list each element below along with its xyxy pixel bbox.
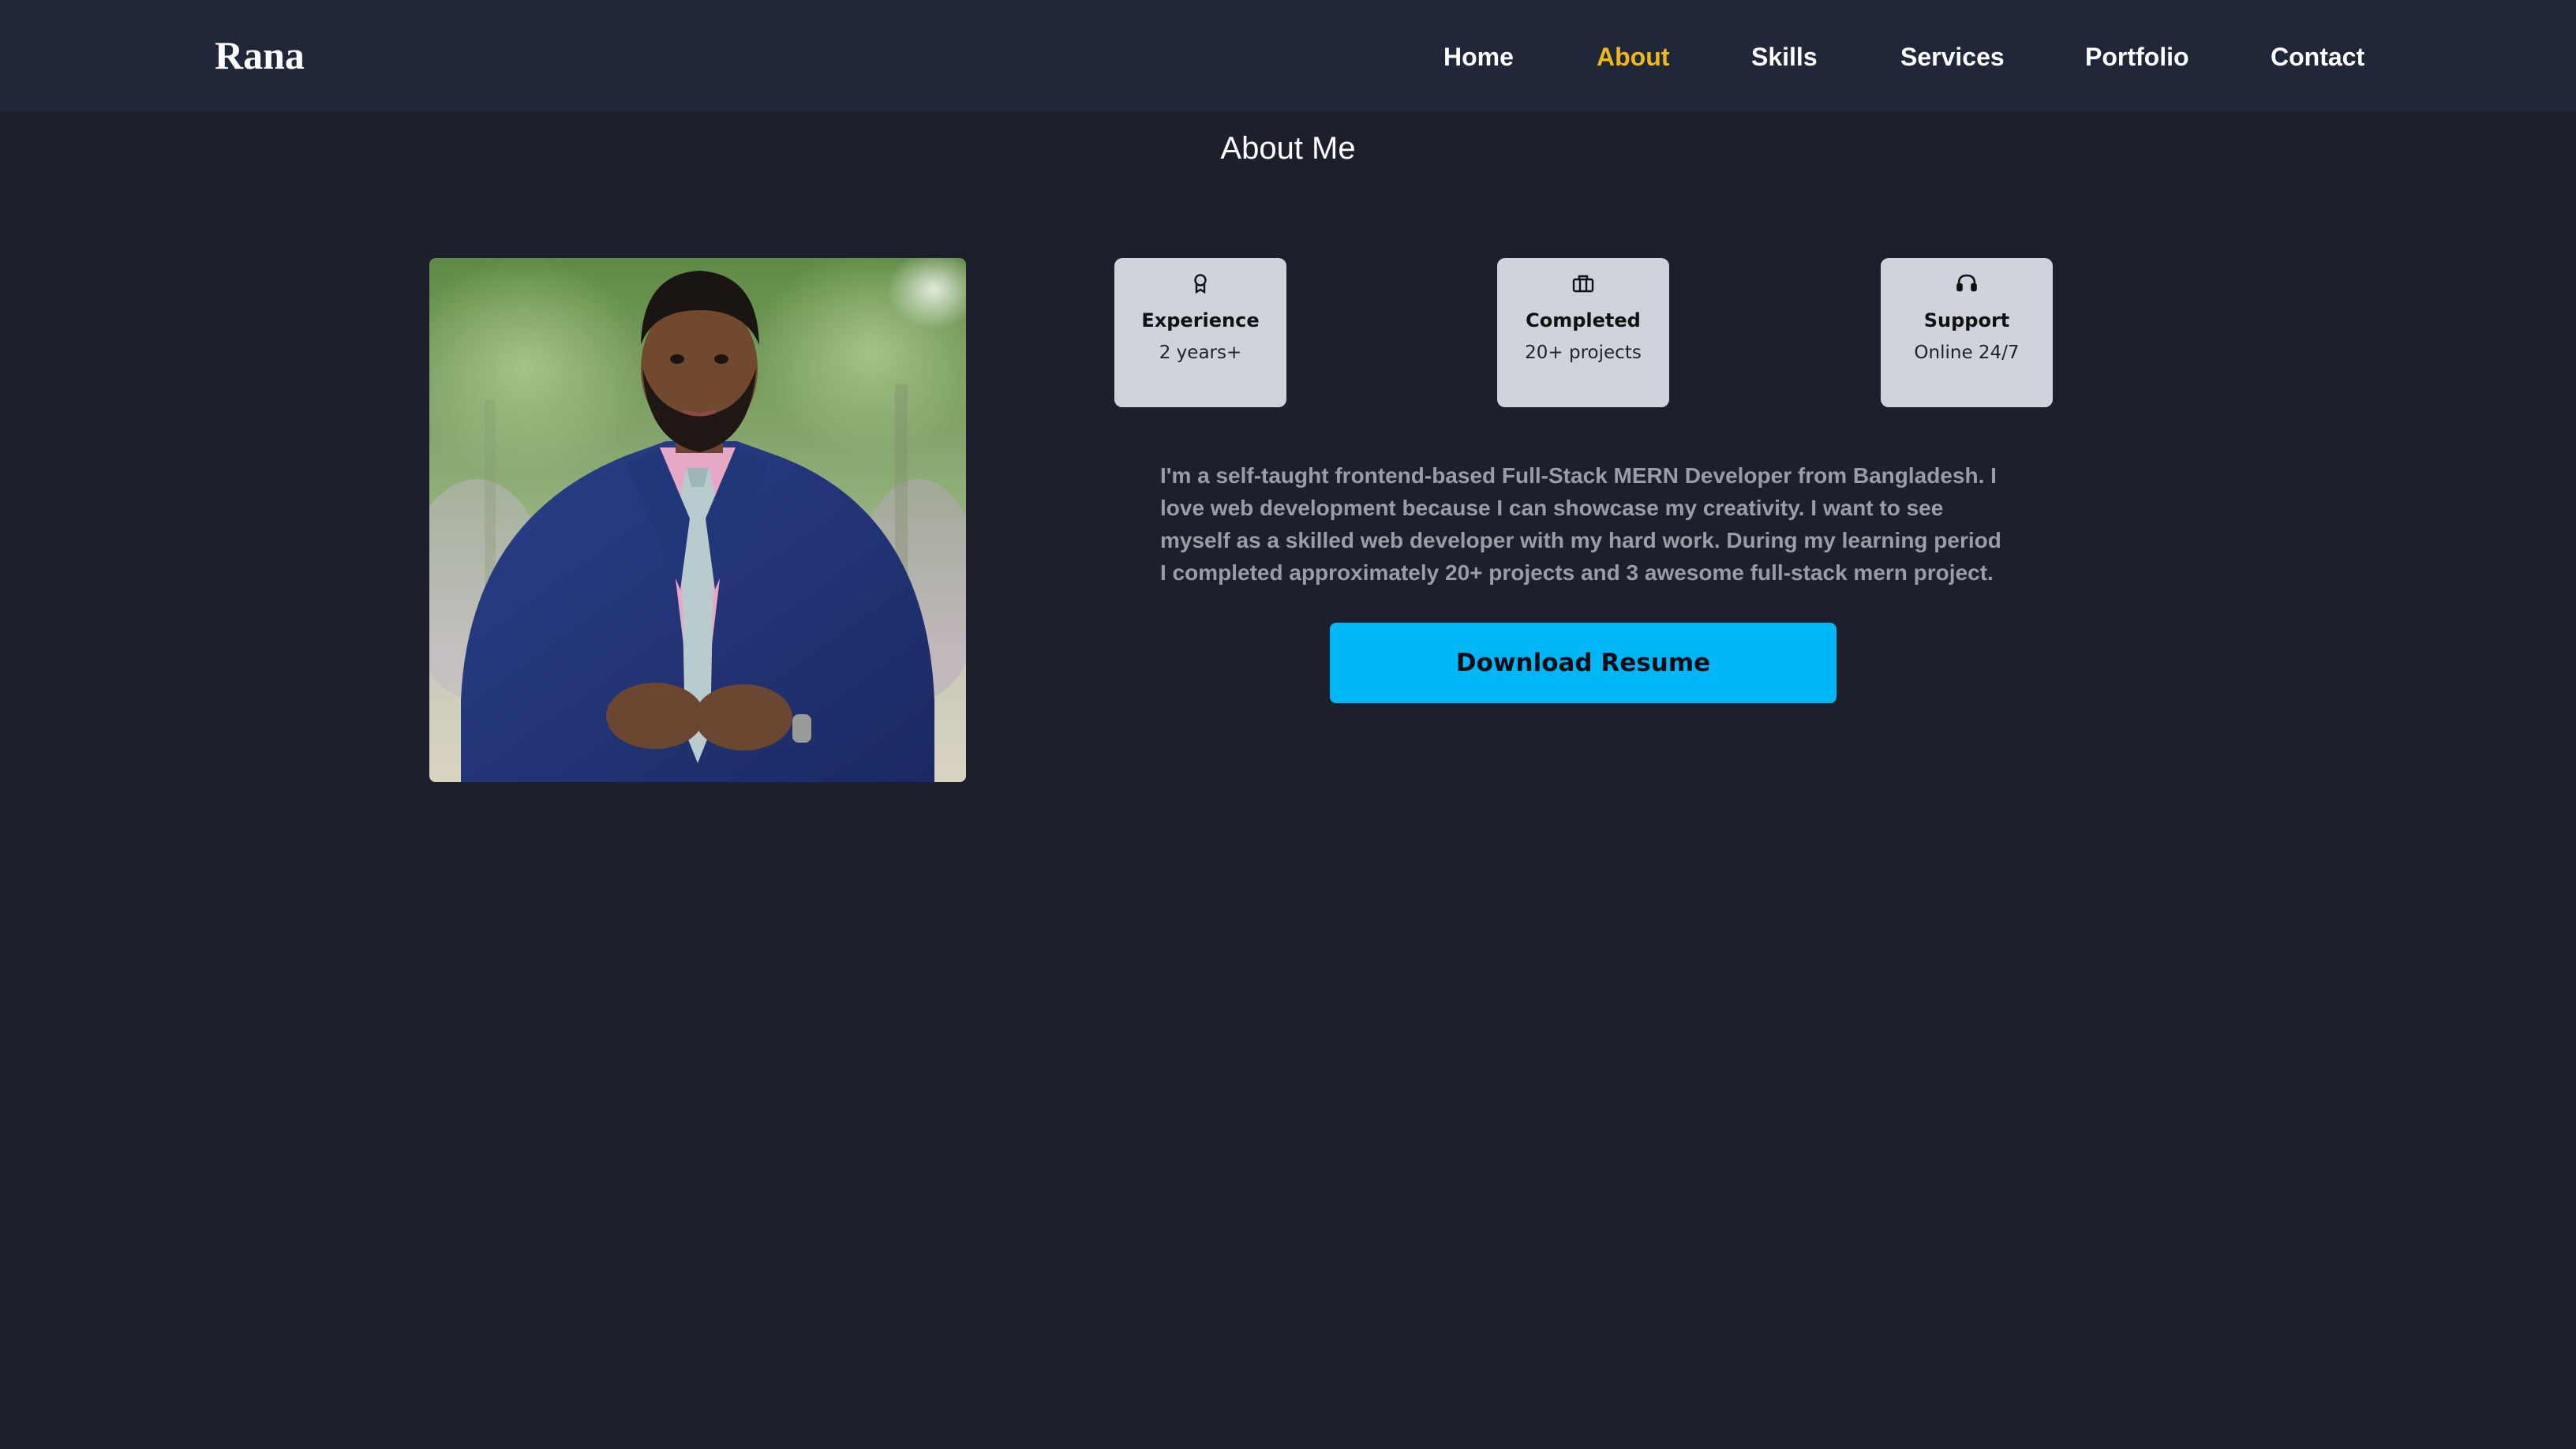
nav-link-portfolio[interactable]: Portfolio (2085, 39, 2189, 74)
completed-card-title: Completed (1526, 309, 1641, 331)
support-card: Support Online 24/7 (1881, 258, 2053, 407)
experience-card: Experience 2 years+ (1114, 258, 1286, 407)
support-card-value: Online 24/7 (1914, 343, 2020, 363)
nav-link-about[interactable]: About (1597, 39, 1669, 74)
section-title: About Me (1220, 131, 1356, 166)
award-icon (1114, 269, 1286, 298)
nav-link-contact[interactable]: Contact (2271, 39, 2364, 74)
headset-icon (1881, 269, 2053, 298)
experience-card-value: 2 years+ (1159, 343, 1242, 363)
experience-card-title: Experience (1141, 309, 1260, 331)
briefcase-icon (1497, 269, 1669, 298)
completed-card-value: 20+ projects (1525, 343, 1642, 363)
bio-paragraph: I'm a self-taught frontend-based Full-St… (1160, 463, 2001, 585)
nav-link-services[interactable]: Services (1900, 39, 2005, 74)
navbar: Rana Home About Skills Services Portfoli… (0, 0, 2576, 112)
site-logo[interactable]: Rana (215, 27, 305, 84)
nav-link-home[interactable]: Home (1443, 39, 1514, 74)
support-card-title: Support (1923, 309, 2010, 331)
completed-card: Completed 20+ projects (1497, 258, 1669, 407)
nav-link-skills[interactable]: Skills (1751, 39, 1818, 74)
profile-photo (429, 258, 966, 782)
download-resume-button[interactable]: Download Resume (1330, 623, 1837, 703)
